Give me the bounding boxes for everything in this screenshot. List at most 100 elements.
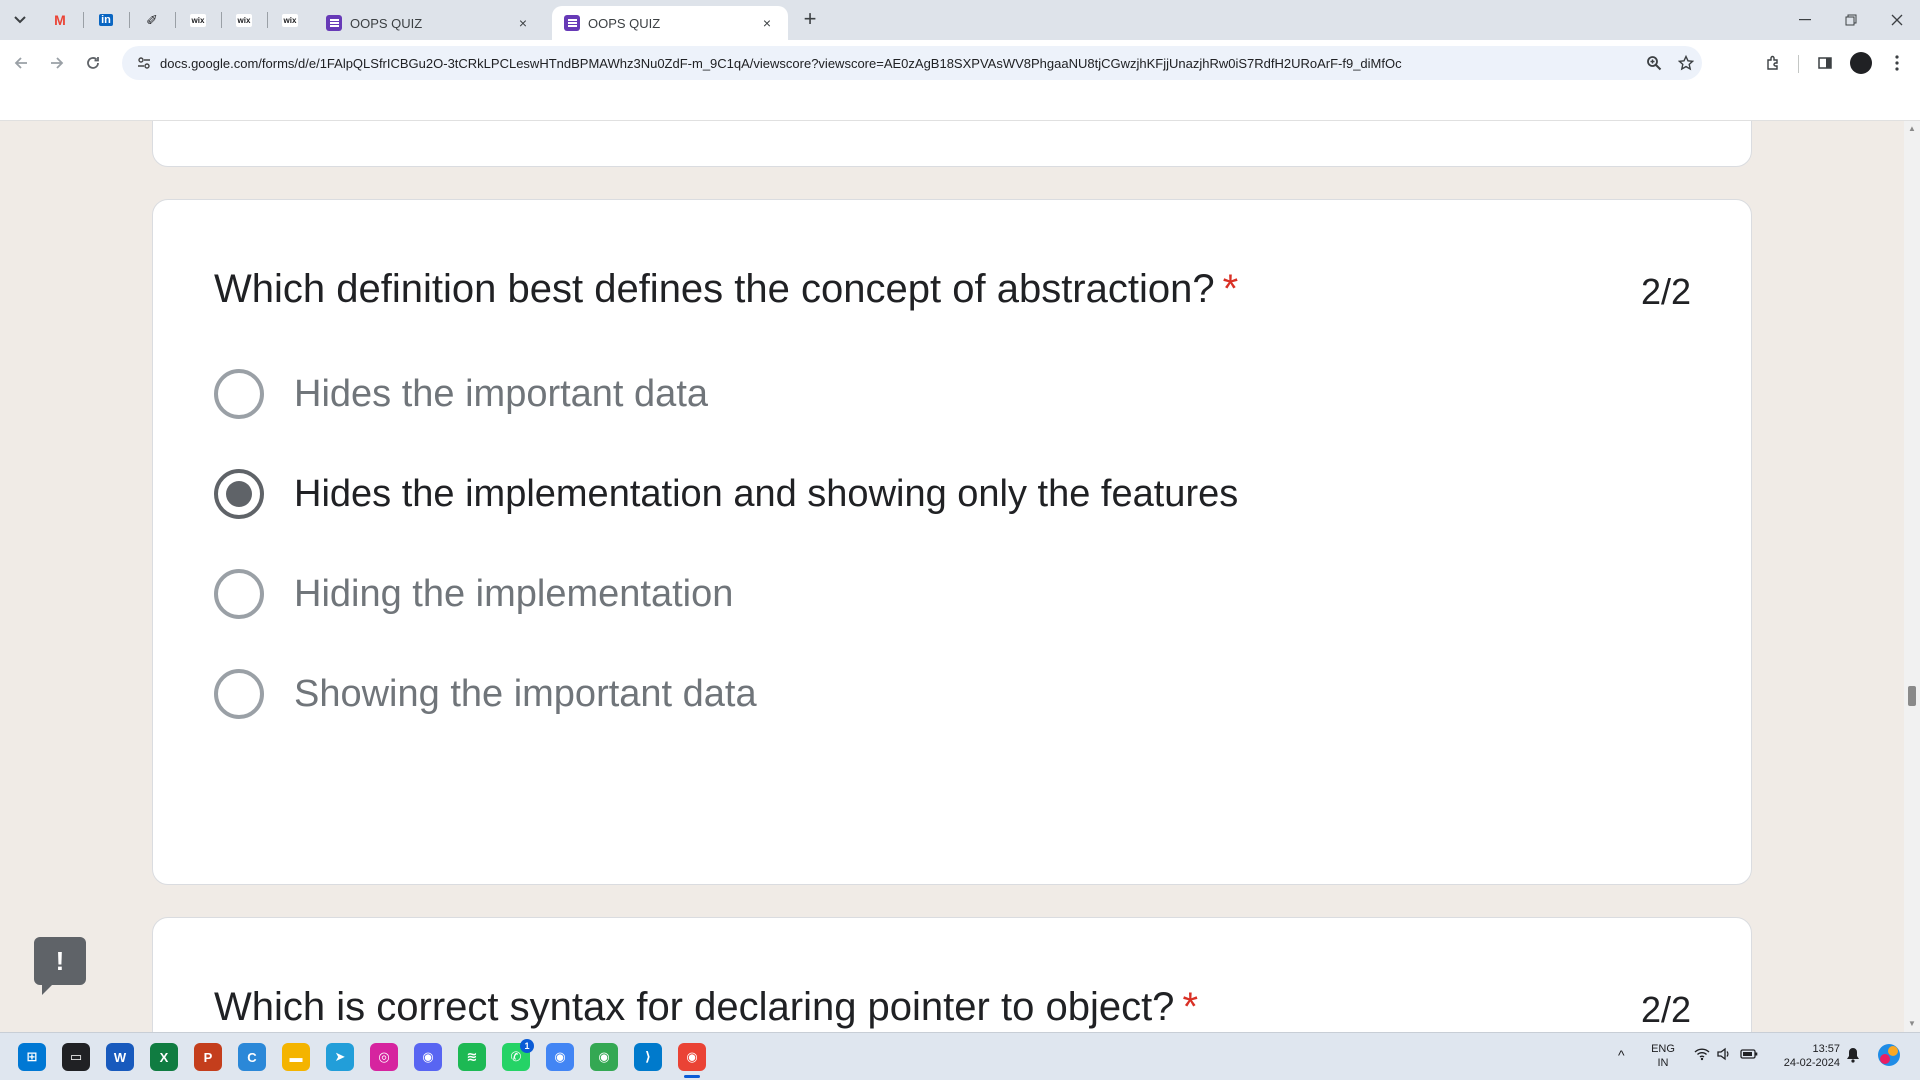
radio-button[interactable] <box>214 369 264 419</box>
copilot-icon[interactable]: C <box>238 1043 266 1071</box>
close-window-button[interactable] <box>1874 0 1920 40</box>
scroll-up-arrow-icon[interactable]: ▲ <box>1904 121 1920 137</box>
question-card: Which definition best defines the concep… <box>152 199 1752 885</box>
scroll-thumb[interactable] <box>1908 686 1916 706</box>
page-header-strip <box>0 86 1920 121</box>
discord-icon[interactable]: ◉ <box>414 1043 442 1071</box>
option-label: Hiding the implementation <box>294 572 734 615</box>
radio-button[interactable] <box>214 569 264 619</box>
option-showing-important-data[interactable]: Showing the important data <box>214 666 757 722</box>
address-bar[interactable]: docs.google.com/forms/d/e/1FAlpQLSfrICBG… <box>122 46 1702 80</box>
profile-avatar[interactable] <box>1848 50 1874 76</box>
question-card: Which is correct syntax for declaring po… <box>152 917 1752 1032</box>
windows-taskbar: ⊞ ▭ W X P C ▬ ➤ ◎ ◉ ≋ ✆ 1 ◉ ◉ ⟩ ◉ ^ ENG IN 13:57 24-02-2… <box>0 1032 1920 1080</box>
page-scrollbar[interactable]: ▲ ▼ <box>1904 121 1920 1032</box>
browser-toolbar: docs.google.com/forms/d/e/1FAlpQLSfrICBG… <box>0 40 1920 86</box>
toolbar-divider <box>1798 55 1799 73</box>
start-icon[interactable]: ⊞ <box>18 1043 46 1071</box>
browser-tab-bar: Min ✐ wix wix wix OOPS QUIZ × OOPS QUIZ × + <box>0 0 1920 40</box>
tab-search-chevron-icon[interactable] <box>8 9 32 31</box>
gmail-icon: M <box>54 12 66 28</box>
active-app-indicator <box>684 1075 700 1078</box>
task-view-icon[interactable]: ▭ <box>62 1043 90 1071</box>
battery-icon[interactable] <box>1740 1047 1758 1063</box>
option-label: Hides the important data <box>294 372 709 415</box>
clock-time: 13:57 <box>1812 1043 1840 1055</box>
tab-title: OOPS QUIZ <box>350 15 423 31</box>
spotify-icon[interactable]: ≋ <box>458 1043 486 1071</box>
pinned-tab[interactable]: wix <box>222 6 266 34</box>
telegram-icon[interactable]: ➤ <box>326 1043 354 1071</box>
option-hiding-implementation[interactable]: Hiding the implementation <box>214 566 733 622</box>
side-panel-icon[interactable] <box>1812 50 1838 76</box>
minimize-button[interactable] <box>1782 0 1828 40</box>
instagram-icon[interactable]: ◎ <box>370 1043 398 1071</box>
question-title: Which is correct syntax for declaring po… <box>214 985 1198 1030</box>
radio-button-selected[interactable] <box>214 469 264 519</box>
required-asterisk: * <box>1222 267 1239 311</box>
previous-question-card <box>152 121 1752 167</box>
required-asterisk: * <box>1182 985 1199 1029</box>
option-hides-important-data[interactable]: Hides the important data <box>214 366 708 422</box>
file-explorer-icon[interactable]: ▬ <box>282 1043 310 1071</box>
google-forms-icon <box>564 15 580 31</box>
back-arrow-icon[interactable] <box>6 48 36 78</box>
option-label: Hides the implementation and showing onl… <box>294 472 1239 515</box>
notification-badge: 1 <box>520 1039 534 1053</box>
pinned-tab[interactable]: wix <box>176 6 220 34</box>
tray-chevron-icon[interactable]: ^ <box>1618 1047 1625 1063</box>
whatsapp-icon[interactable]: ✆ 1 <box>502 1039 534 1071</box>
scroll-down-arrow-icon[interactable]: ▼ <box>1904 1016 1920 1032</box>
restore-button[interactable] <box>1828 0 1874 40</box>
pinned-tab[interactable]: in <box>84 6 128 34</box>
url-text[interactable]: docs.google.com/forms/d/e/1FAlpQLSfrICBG… <box>160 56 1638 71</box>
option-hides-implementation-showing-features[interactable]: Hides the implementation and showing onl… <box>214 466 1238 522</box>
powerpoint-icon[interactable]: P <box>194 1043 222 1071</box>
region-code: IN <box>1657 1057 1669 1069</box>
clock[interactable]: 13:57 24-02-2024 <box>1770 1042 1840 1070</box>
feather-icon: ✐ <box>146 11 158 28</box>
wifi-icon[interactable] <box>1694 1047 1710 1064</box>
forward-arrow-icon[interactable] <box>42 48 72 78</box>
radio-button[interactable] <box>214 669 264 719</box>
pinned-tab[interactable]: M <box>38 6 82 34</box>
question-score: 2/2 <box>1640 989 1691 1030</box>
pinned-tab[interactable]: ✐ <box>130 6 174 34</box>
excel-icon[interactable]: X <box>150 1043 178 1071</box>
option-label: Showing the important data <box>294 672 757 715</box>
menu-kebab-icon[interactable] <box>1884 50 1910 76</box>
volume-icon[interactable] <box>1716 1047 1732 1064</box>
vscode-icon[interactable]: ⟩ <box>634 1043 662 1071</box>
word-icon[interactable]: W <box>106 1043 134 1071</box>
question-text: Which definition best defines the concep… <box>214 267 1215 311</box>
reload-icon[interactable] <box>78 48 108 78</box>
question-text: Which is correct syntax for declaring po… <box>214 985 1175 1029</box>
question-title: Which definition best defines the concep… <box>214 267 1238 312</box>
tab-title: OOPS QUIZ <box>588 15 661 31</box>
zoom-icon[interactable] <box>1638 55 1670 71</box>
language-code: ENG <box>1651 1043 1675 1055</box>
wix-icon: wix <box>235 13 253 27</box>
bookmark-star-icon[interactable] <box>1670 55 1702 71</box>
question-score: 2/2 <box>1640 271 1691 312</box>
tab-close-icon[interactable]: × <box>758 15 776 31</box>
chrome-profile-icon[interactable]: ◉ <box>590 1043 618 1071</box>
linkedin-icon: in <box>99 14 113 26</box>
extensions-icon[interactable] <box>1760 50 1786 76</box>
language-indicator[interactable]: ENG IN <box>1648 1042 1678 1070</box>
form-viewport: Which definition best defines the concep… <box>0 121 1904 1032</box>
tab-close-icon[interactable]: × <box>514 15 532 31</box>
wix-icon: wix <box>189 13 207 27</box>
chrome-active-icon[interactable]: ◉ <box>678 1043 706 1071</box>
chrome-icon[interactable]: ◉ <box>546 1043 574 1071</box>
tab-oops-quiz-1[interactable]: OOPS QUIZ × <box>314 6 544 40</box>
pinned-tab[interactable]: wix <box>268 6 312 34</box>
site-info-icon[interactable] <box>128 56 160 70</box>
new-tab-button[interactable]: + <box>796 8 824 32</box>
clock-date: 24-02-2024 <box>1783 1057 1840 1069</box>
wix-icon: wix <box>281 13 299 27</box>
copilot-tray-icon[interactable] <box>1876 1042 1902 1071</box>
notification-bell-icon[interactable] <box>1846 1047 1860 1066</box>
tab-oops-quiz-2[interactable]: OOPS QUIZ × <box>552 6 788 40</box>
report-feedback-button[interactable]: ! <box>34 937 86 995</box>
